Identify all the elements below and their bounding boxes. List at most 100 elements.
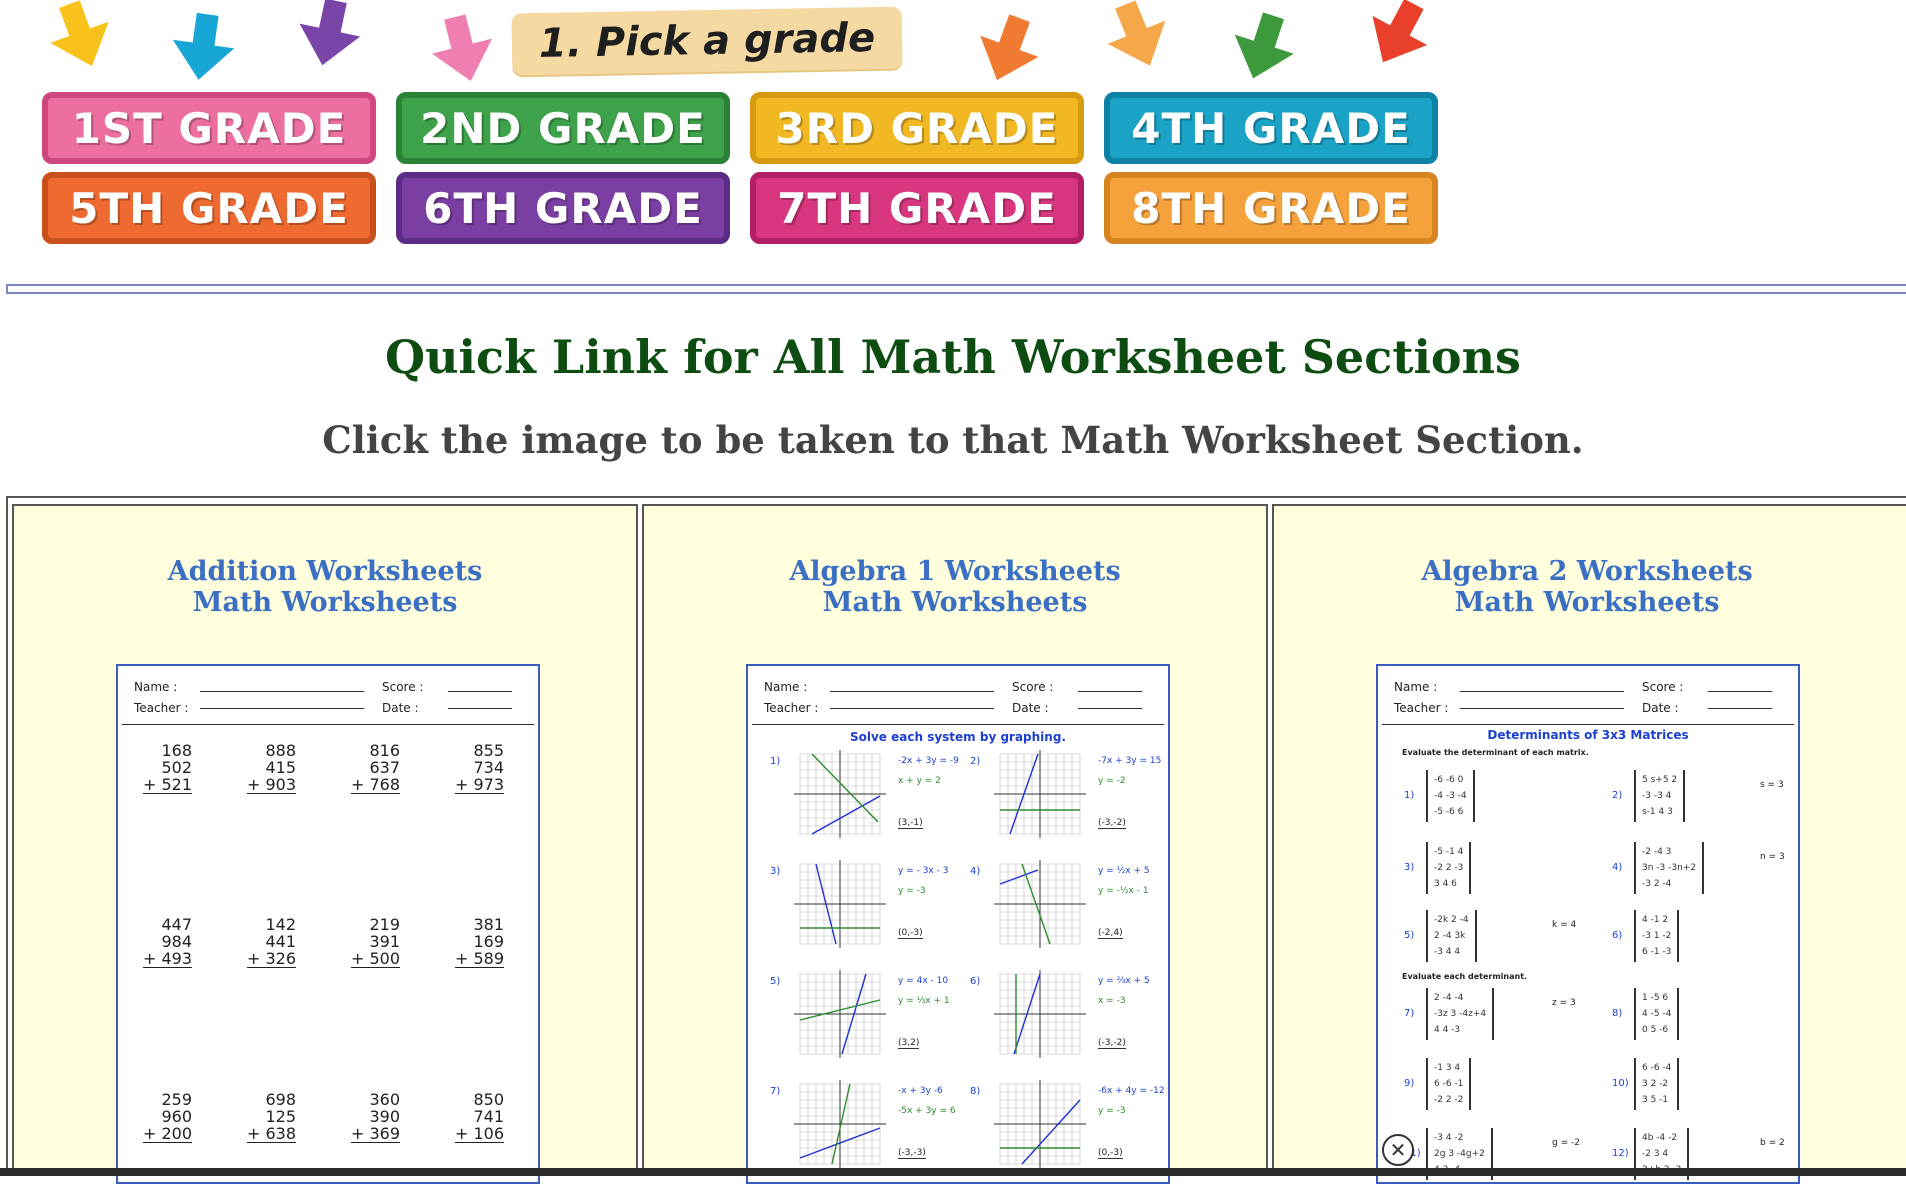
matrix: 2 -4 -4 -3z 3 -4z+4 4 4 -3 <box>1426 988 1495 1040</box>
graph-grid <box>992 860 1088 952</box>
problem-number: 1) <box>1404 790 1415 801</box>
sheet-header-line <box>448 708 512 709</box>
matrix-row: 5 s+5 2 <box>1642 775 1678 785</box>
card-title[interactable]: Addition Worksheets Math Worksheets <box>14 556 636 618</box>
problem-number: 6) <box>1612 930 1623 941</box>
addition-line: 219 <box>340 916 400 933</box>
card-title-line1[interactable]: Addition Worksheets <box>14 556 636 587</box>
grade-picker: 1. Pick a grade 1ST GRADE 2ND GRADE 3RD GR… <box>0 0 1460 260</box>
addition-line: + 369 <box>340 1125 400 1143</box>
addition-line: 447 <box>132 916 192 933</box>
addition-problem: 855 734 + 973 <box>444 742 504 794</box>
sheet-header-line <box>200 691 364 692</box>
addition-number: + 326 <box>246 949 296 968</box>
variable-value: g = -2 <box>1552 1138 1580 1148</box>
answer: (-2,4) <box>1098 928 1123 939</box>
addition-problem: 447 984 + 493 <box>132 916 192 968</box>
card-title[interactable]: Algebra 2 Worksheets Math Worksheets <box>1274 556 1900 618</box>
grade-button-7[interactable]: 7TH GRADE <box>750 172 1084 244</box>
sheet-header-line <box>1078 708 1142 709</box>
equation-1: -2x + 3y = -9 <box>898 756 959 766</box>
problem-number: 5) <box>770 976 781 987</box>
card-title-line1[interactable]: Algebra 2 Worksheets <box>1274 556 1900 587</box>
addition-number: + 521 <box>142 775 192 794</box>
equation-2: y = -½x - 1 <box>1098 886 1149 896</box>
addition-number: + 973 <box>454 775 504 794</box>
matrix: -2k 2 -4 2 -4 3k -3 4 4 <box>1426 910 1477 962</box>
addition-number: + 369 <box>350 1124 400 1143</box>
card-title-line2[interactable]: Math Worksheets <box>1274 587 1900 618</box>
addition-line: + 903 <box>236 776 296 794</box>
addition-line: + 326 <box>236 950 296 968</box>
algebra-1-worksheet-thumbnail[interactable]: Name : Teacher : Score : Date : Solve each s… <box>746 664 1170 1184</box>
matrix-row: s-1 4 3 <box>1642 807 1673 817</box>
addition-line: + 589 <box>444 950 504 968</box>
addition-problem: 142 441 + 326 <box>236 916 296 968</box>
matrix-row: 2 -4 3k <box>1434 931 1466 941</box>
problem-number: 2) <box>1612 790 1623 801</box>
grade-button-6[interactable]: 6TH GRADE <box>396 172 730 244</box>
section-title: Quick Link for All Math Worksheet Sectio… <box>385 330 1521 384</box>
card-title[interactable]: Algebra 1 Worksheets Math Worksheets <box>644 556 1266 618</box>
grade-button-3[interactable]: 3RD GRADE <box>750 92 1084 164</box>
addition-line: 734 <box>444 759 504 776</box>
sheet-date-label: Date : <box>382 701 419 715</box>
addition-line: 415 <box>236 759 296 776</box>
card-algebra-2[interactable]: Algebra 2 Worksheets Math Worksheets Nam… <box>1272 504 1906 1184</box>
addition-line: 168 <box>132 742 192 759</box>
card-title-line2[interactable]: Math Worksheets <box>644 587 1266 618</box>
addition-line: 390 <box>340 1108 400 1125</box>
matrix-row: -3 2 -4 <box>1642 879 1672 889</box>
grade-button-1[interactable]: 1ST GRADE <box>42 92 376 164</box>
grade-button-4[interactable]: 4TH GRADE <box>1104 92 1438 164</box>
card-addition[interactable]: Addition Worksheets Math Worksheets Name… <box>12 504 638 1184</box>
sheet-heading: Solve each system by graphing. <box>849 730 1066 744</box>
sheet-date-label: Date : <box>1012 701 1049 715</box>
sheet-header-line <box>200 708 364 709</box>
addition-number: + 106 <box>454 1124 504 1143</box>
problem-number: 7) <box>770 1086 781 1097</box>
algebra-2-worksheet-thumbnail[interactable]: Name : Teacher : Score : Date : Determinants… <box>1376 664 1800 1184</box>
matrix-row: 1 -5 6 <box>1642 993 1669 1003</box>
sheet-header-line <box>1460 691 1624 692</box>
matrix-row: -2 2 -2 <box>1434 1095 1464 1105</box>
addition-line: 855 <box>444 742 504 759</box>
sheet-score-label: Score : <box>1012 680 1054 694</box>
variable-value: n = 3 <box>1760 852 1785 862</box>
equation-2: y = -3 <box>1098 1106 1126 1116</box>
equation-1: y = 4x - 10 <box>898 976 949 986</box>
grade-button-8[interactable]: 8TH GRADE <box>1104 172 1438 244</box>
sheet-header-line <box>448 691 512 692</box>
addition-line: 381 <box>444 916 504 933</box>
matrix-row: 2 -4 -4 <box>1434 993 1464 1003</box>
sheet-name-label: Name : <box>764 680 808 694</box>
answer: (-3,-2) <box>1098 1038 1126 1049</box>
problem-number: 12) <box>1612 1148 1629 1159</box>
card-title-line1[interactable]: Algebra 1 Worksheets <box>644 556 1266 587</box>
addition-number: + 200 <box>142 1124 192 1143</box>
close-ad-icon[interactable]: ✕ <box>1382 1134 1414 1166</box>
answer: (-3,-3) <box>898 1148 926 1159</box>
grade-button-5[interactable]: 5TH GRADE <box>42 172 376 244</box>
grade-button-2[interactable]: 2ND GRADE <box>396 92 730 164</box>
sheet-teacher-label: Teacher : <box>764 701 819 715</box>
answer: (3,2) <box>898 1038 920 1049</box>
card-algebra-1[interactable]: Algebra 1 Worksheets Math Worksheets Nam… <box>642 504 1268 1184</box>
sheet-header-rule <box>122 724 534 725</box>
addition-number: + 589 <box>454 949 504 968</box>
equation-1: y = ½x + 5 <box>1098 866 1150 876</box>
graph-grid <box>992 970 1088 1062</box>
card-title-line2[interactable]: Math Worksheets <box>14 587 636 618</box>
addition-worksheet-thumbnail[interactable]: Name : Teacher : Score : Date : 168 502 + 521 8… <box>116 664 540 1184</box>
problem-number: 6) <box>970 976 981 987</box>
matrix-row: 3n -3 -3n+2 <box>1642 863 1697 873</box>
sheet-teacher-label: Teacher : <box>1394 701 1449 715</box>
matrix-row: -3 -3 4 <box>1642 791 1672 801</box>
addition-line: + 493 <box>132 950 192 968</box>
addition-number: + 903 <box>246 775 296 794</box>
answer: (-3,-2) <box>1098 818 1126 829</box>
graph-grid <box>792 970 888 1062</box>
addition-line: 984 <box>132 933 192 950</box>
matrix: 1 -5 6 4 -5 -4 0 5 -6 <box>1634 988 1680 1040</box>
graph-grid <box>992 1080 1088 1172</box>
